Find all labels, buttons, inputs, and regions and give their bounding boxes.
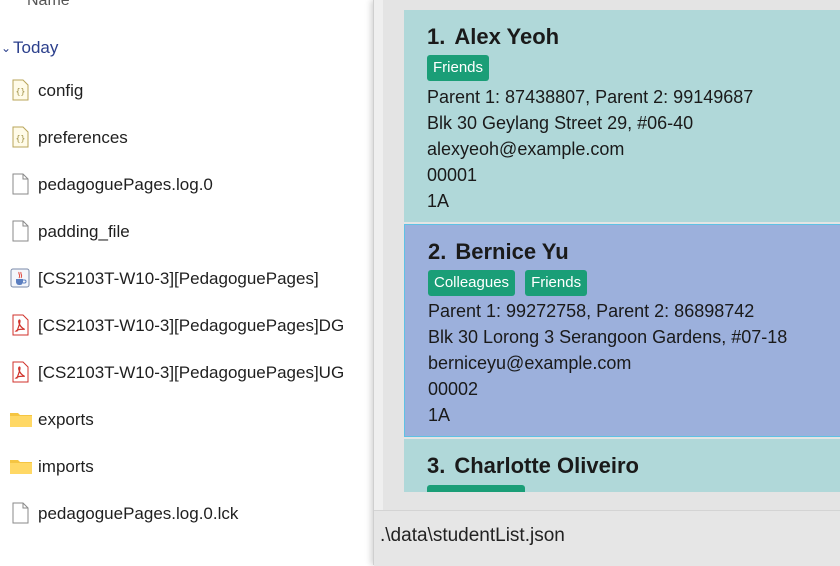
file-name: [CS2103T-W10-3][PedagoguePages]UG xyxy=(38,363,345,382)
person-title: 3. Charlotte Oliveiro xyxy=(427,453,639,479)
group-label: Today xyxy=(13,38,59,57)
person-list-panel: 1. Alex Yeoh Friends Parent 1: 87438807, … xyxy=(383,0,840,510)
tag-list: Colleagues Friends xyxy=(428,270,588,296)
file-row-preferences[interactable]: {} preferences xyxy=(0,120,372,154)
file-name: [CS2103T-W10-3][PedagoguePages]DG xyxy=(38,316,345,335)
person-name: Charlotte Oliveiro xyxy=(454,453,639,478)
file-row-dg-pdf[interactable]: [CS2103T-W10-3][PedagoguePages]DG xyxy=(0,308,372,342)
blank-file-icon xyxy=(9,220,31,242)
svg-text:{}: {} xyxy=(16,87,26,96)
person-student-id: 00001 xyxy=(427,165,478,185)
person-name: Bernice Yu xyxy=(455,239,569,264)
person-card[interactable]: 1. Alex Yeoh Friends Parent 1: 87438807, … xyxy=(404,10,840,222)
group-header-today[interactable]: ⌄ Today xyxy=(0,37,58,59)
person-class: 1A xyxy=(427,191,450,211)
tag-badge: Friends xyxy=(427,55,490,81)
person-index: 1. xyxy=(427,24,446,49)
status-bar: .\data\studentList.json xyxy=(374,510,840,566)
json-file-icon: {} xyxy=(9,126,31,148)
file-row-exports[interactable]: exports xyxy=(0,402,372,436)
folder-icon xyxy=(9,408,32,430)
file-row-lck[interactable]: pedagoguePages.log.0.lck xyxy=(0,496,372,530)
java-jar-icon xyxy=(9,267,31,289)
tag-list: Friends xyxy=(427,55,490,81)
person-title: 1. Alex Yeoh xyxy=(427,24,559,50)
file-row-config[interactable]: {} config xyxy=(0,73,372,107)
file-name: pedagoguePages.log.0 xyxy=(38,175,213,194)
tag-badge: Colleagues xyxy=(428,270,516,296)
save-file-path: .\data\studentList.json xyxy=(380,525,565,546)
file-name: preferences xyxy=(38,128,128,147)
tag-badge: Friends xyxy=(525,270,588,296)
person-parents: Parent 1: 99272758, Parent 2: 86898742 xyxy=(428,301,755,321)
pdf-file-icon xyxy=(9,314,31,336)
column-header-name[interactable]: Name xyxy=(27,0,70,10)
person-address: Blk 30 Geylang Street 29, #06-40 xyxy=(427,113,694,133)
chevron-down-icon[interactable]: ⌄ xyxy=(0,41,12,55)
svg-text:{}: {} xyxy=(16,134,26,143)
pdf-file-icon xyxy=(9,361,31,383)
json-file-icon: {} xyxy=(9,79,31,101)
person-student-id: 00002 xyxy=(428,379,479,399)
blank-file-icon xyxy=(9,502,31,524)
file-row-ug-pdf[interactable]: [CS2103T-W10-3][PedagoguePages]UG xyxy=(0,355,372,389)
person-index: 2. xyxy=(428,239,447,264)
file-row-imports[interactable]: imports xyxy=(0,449,372,483)
file-explorer: Name ⌄ Today {} config {} preferences pe… xyxy=(0,0,372,565)
file-row-padding[interactable]: padding_file xyxy=(0,214,372,248)
person-card[interactable]: 3. Charlotte Oliveiro xyxy=(404,439,840,492)
file-row-jar[interactable]: [CS2103T-W10-3][PedagoguePages] xyxy=(0,261,372,295)
person-address: Blk 30 Lorong 3 Serangoon Gardens, #07-1… xyxy=(428,327,788,347)
person-parents: Parent 1: 87438807, Parent 2: 99149687 xyxy=(427,87,754,107)
person-card-selected[interactable]: 2. Bernice Yu Colleagues Friends Parent 1… xyxy=(404,224,840,437)
file-name: config xyxy=(38,81,84,100)
file-name: [CS2103T-W10-3][PedagoguePages] xyxy=(38,269,319,288)
file-name: pedagoguePages.log.0.lck xyxy=(38,504,239,523)
person-index: 3. xyxy=(427,453,446,478)
person-title: 2. Bernice Yu xyxy=(428,239,569,265)
person-name: Alex Yeoh xyxy=(454,24,560,49)
person-email: berniceyu@example.com xyxy=(428,353,632,373)
file-name: padding_file xyxy=(38,222,130,241)
tag-badge-clipped xyxy=(427,485,525,492)
person-email: alexyeoh@example.com xyxy=(427,139,625,159)
file-name: exports xyxy=(38,410,94,429)
file-name: imports xyxy=(38,457,94,476)
blank-file-icon xyxy=(9,173,31,195)
person-class: 1A xyxy=(428,405,451,425)
file-row-log[interactable]: pedagoguePages.log.0 xyxy=(0,167,372,201)
app-window: 1. Alex Yeoh Friends Parent 1: 87438807, … xyxy=(373,0,840,566)
folder-icon xyxy=(9,455,32,477)
